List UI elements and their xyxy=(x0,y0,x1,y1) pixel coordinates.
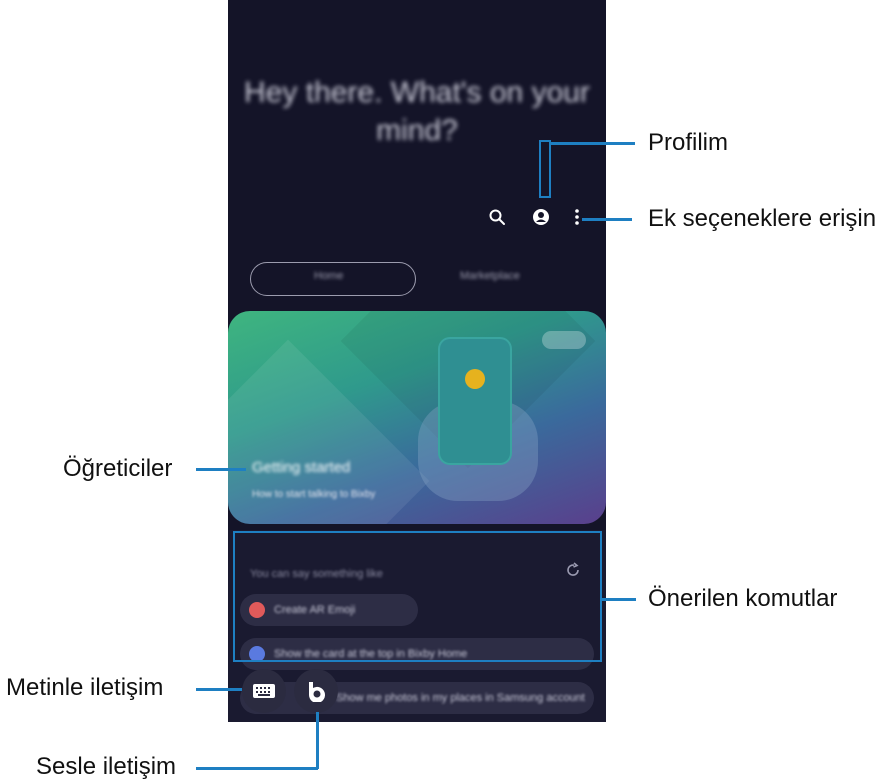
banner-subtitle: How to start talking to Bixby xyxy=(252,489,376,500)
bixby-logo-icon xyxy=(465,369,485,389)
search-button[interactable] xyxy=(486,206,508,228)
suggestion-label: Show me photos in my places in Samsung a… xyxy=(336,692,585,704)
suggested-commands-callout: Önerilen komutlar xyxy=(648,585,838,612)
tutorials-callout-line xyxy=(196,468,246,471)
profile-highlight xyxy=(539,140,551,198)
profile-callout-line xyxy=(549,142,635,145)
voice-communication-callout: Sesle iletişim xyxy=(36,753,177,780)
tab-home[interactable]: Home xyxy=(314,270,343,282)
keyboard-icon xyxy=(253,684,275,698)
suggestion-chip[interactable]: Show me photos in my places in Samsung a… xyxy=(240,682,594,714)
more-options-callout: Ek seçeneklere erişin xyxy=(648,205,877,232)
suggested-commands-highlight xyxy=(233,531,602,662)
voice-communication-callout-line-v xyxy=(316,712,319,769)
more-options-callout-line xyxy=(582,218,632,221)
profile-callout: Profilim xyxy=(648,129,729,156)
tab-marketplace[interactable]: Marketplace xyxy=(460,270,520,282)
text-communication-callout-line xyxy=(196,688,242,691)
bixby-voice-button[interactable] xyxy=(294,669,338,713)
tutorial-banner[interactable]: Getting started How to start talking to … xyxy=(228,311,606,524)
more-vertical-icon xyxy=(566,206,588,228)
text-communication-callout: Metinle iletişim xyxy=(6,674,164,701)
suggested-commands-callout-line xyxy=(602,598,636,601)
search-icon xyxy=(486,206,508,228)
banner-title: Getting started xyxy=(252,459,351,476)
keyboard-button[interactable] xyxy=(242,669,286,713)
banner-pill xyxy=(542,331,586,349)
voice-communication-callout-line-h xyxy=(196,767,318,770)
bixby-icon xyxy=(309,682,325,702)
tutorials-callout: Öğreticiler xyxy=(63,455,173,482)
greeting-text: Hey there. What's on your mind? xyxy=(244,76,590,147)
more-options-button[interactable] xyxy=(566,206,588,228)
profile-button[interactable] xyxy=(530,206,552,228)
profile-icon xyxy=(530,206,552,228)
phone-illustration xyxy=(440,339,510,463)
